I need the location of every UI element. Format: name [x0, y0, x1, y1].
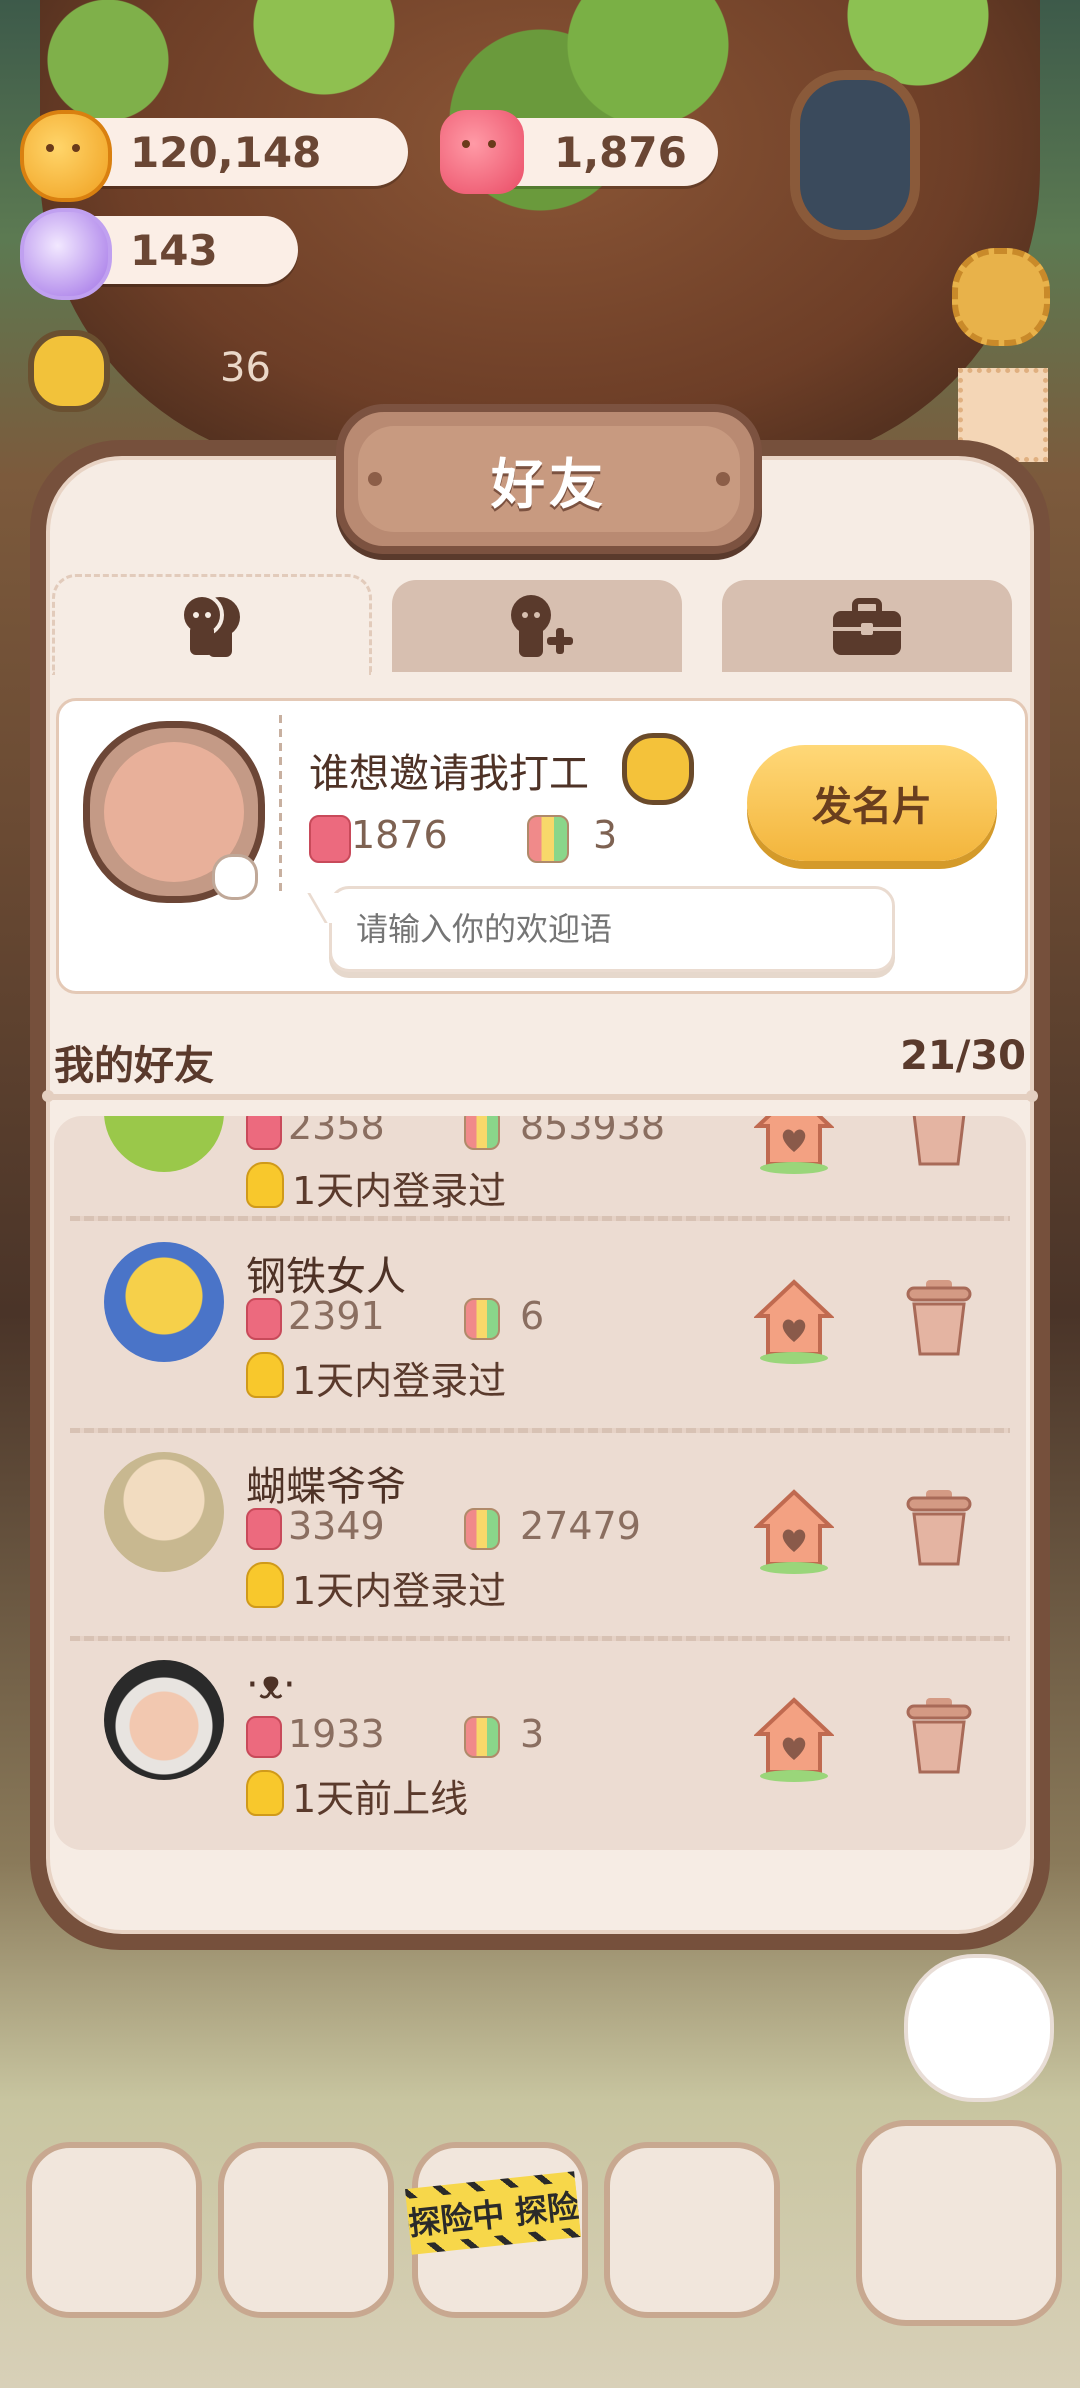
friend-avatar[interactable] [104, 1660, 224, 1780]
sun-icon[interactable] [28, 330, 110, 412]
friend-cards: 6 [520, 1294, 545, 1338]
my-cards: 3 [593, 813, 618, 857]
crystal-count: 143 [130, 225, 218, 275]
friend-name: ·ᴥ· [246, 1662, 296, 1708]
jelly-icon [246, 1716, 282, 1758]
visit-home-icon[interactable] [754, 1694, 834, 1784]
cookie-icon [20, 110, 112, 202]
friend-jelly: 2358 [288, 1116, 385, 1148]
friends-list-title: 我的好友 [54, 1043, 214, 1089]
delete-friend-icon[interactable] [902, 1276, 976, 1358]
friend-cards: 853938 [520, 1116, 666, 1148]
header-divider [42, 1090, 1038, 1102]
greeting-input[interactable] [354, 909, 858, 949]
cards-icon [464, 1508, 500, 1550]
my-jelly: 1876 [351, 813, 448, 857]
visit-home-icon[interactable] [754, 1116, 834, 1176]
notebook-button[interactable] [218, 2142, 394, 2318]
mushroom-house-button[interactable] [26, 2142, 202, 2318]
jelly-icon [440, 110, 524, 194]
tab-friends[interactable] [52, 574, 372, 675]
character-button[interactable] [856, 2120, 1062, 2326]
friends-list[interactable]: 2358 853938 1天内登录过 钢铁女人 2391 6 1天内登录过 蝴蝶… [54, 1116, 1026, 1850]
jelly-icon [246, 1508, 282, 1550]
my-name: 谁想邀请我打工 [309, 751, 589, 797]
bolt-icon [368, 472, 382, 486]
exploring-banner-text: 探险中 探险 [406, 2181, 580, 2245]
friend-status: 1天前上线 [292, 1777, 469, 1821]
jelly-icon [246, 1298, 282, 1340]
refresh-icon[interactable] [212, 854, 258, 900]
briefcase-icon [833, 598, 901, 655]
edit-name-icon[interactable] [622, 733, 694, 805]
visit-home-icon[interactable] [754, 1486, 834, 1576]
friend-avatar[interactable] [104, 1116, 224, 1172]
panel-title-plate: 好友 [336, 404, 762, 554]
friend-cards: 3 [520, 1712, 545, 1756]
tab-briefcase[interactable] [722, 580, 1012, 672]
jelly-counter[interactable]: 1,876 [440, 110, 718, 194]
cookie-count: 120,148 [130, 127, 322, 177]
friend-jelly: 1933 [288, 1712, 385, 1756]
add-friend-icon [511, 595, 573, 657]
bulb-icon [246, 1770, 284, 1816]
cards-icon [527, 815, 569, 863]
crystal-icon [20, 208, 112, 300]
panel-title: 好友 [491, 452, 607, 516]
my-profile-card: 谁想邀请我打工 1876 3 发名片 [56, 698, 1028, 994]
cookie-counter[interactable]: 120,148 [20, 110, 408, 202]
tab-add-friend[interactable] [392, 580, 682, 672]
cards-icon [464, 1716, 500, 1758]
delete-friend-icon[interactable] [902, 1116, 976, 1168]
settings-gear-icon[interactable] [952, 248, 1050, 346]
friend-avatar[interactable] [104, 1242, 224, 1362]
crystal-counter[interactable]: 143 [20, 208, 298, 300]
friend-status: 1天内登录过 [292, 1359, 507, 1403]
bulb-icon [246, 1352, 284, 1398]
list-item: 蝴蝶爷爷 3349 27479 1天内登录过 [54, 1432, 1026, 1640]
delete-friend-icon[interactable] [902, 1486, 976, 1568]
bolt-icon [716, 472, 730, 486]
shop-button[interactable] [604, 2142, 780, 2318]
cards-icon [464, 1298, 500, 1340]
list-item: 钢铁女人 2391 6 1天内登录过 [54, 1222, 1026, 1430]
jelly-icon [309, 815, 351, 863]
bulb-icon [246, 1562, 284, 1608]
jelly-count: 1,876 [554, 127, 687, 177]
friend-jelly: 2391 [288, 1294, 385, 1338]
friend-avatar[interactable] [104, 1452, 224, 1572]
list-item: ·ᴥ· 1933 3 1天前上线 [54, 1640, 1026, 1848]
send-card-button[interactable]: 发名片 [747, 745, 997, 861]
jelly-icon [246, 1116, 282, 1150]
friend-status: 1天内登录过 [292, 1169, 507, 1213]
greeting-bubble [307, 886, 895, 972]
cards-icon [464, 1116, 500, 1150]
delete-friend-icon[interactable] [902, 1694, 976, 1776]
friend-jelly: 3349 [288, 1504, 385, 1548]
friends-icon [180, 593, 240, 657]
house-window [790, 70, 920, 240]
my-avatar[interactable] [83, 721, 265, 903]
visit-home-icon[interactable] [754, 1276, 834, 1366]
exploring-count: 36 [220, 345, 271, 391]
bulb-icon [246, 1162, 284, 1208]
friend-status: 1天内登录过 [292, 1569, 507, 1613]
chat-icon[interactable] [904, 1954, 1054, 2102]
friends-count: 21/30 [900, 1033, 1026, 1079]
friend-cards: 27479 [520, 1504, 641, 1548]
